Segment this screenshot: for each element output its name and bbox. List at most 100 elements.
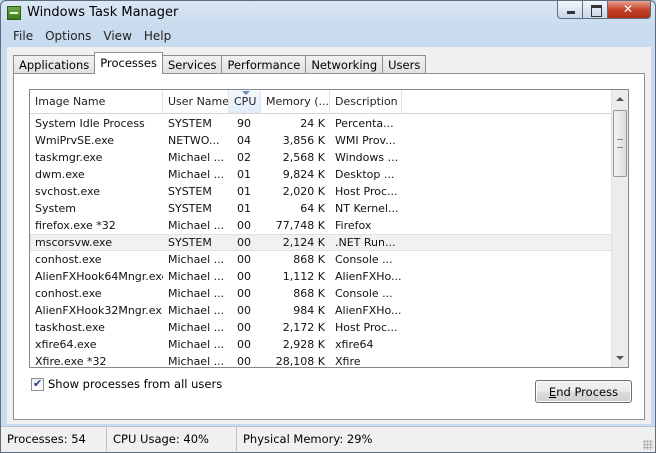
cell-memory: 28,108 K	[275, 355, 325, 368]
process-row[interactable]: firefox.exe *32 Michael ... 00 77,748 K Fire…	[30, 217, 612, 234]
vertical-scrollbar[interactable]	[611, 90, 628, 367]
cell-description: Host Proc...	[335, 321, 398, 334]
cell-user-name: Michael ...	[168, 151, 225, 164]
process-row[interactable]: AlienFXHook64Mngr.exe Michael ... 00 1,112 …	[30, 268, 612, 285]
column-cpu[interactable]: CPU	[229, 90, 261, 113]
task-manager-window: Windows Task Manager File Options View H…	[0, 0, 656, 453]
cell-memory: 868 K	[293, 253, 325, 266]
minimize-button[interactable]	[557, 1, 583, 19]
tab-users[interactable]: Users	[382, 55, 427, 74]
scroll-down-arrow-icon[interactable]	[612, 350, 628, 367]
cell-user-name: Michael ...	[168, 355, 225, 368]
cell-description: Console ...	[335, 287, 393, 300]
cell-description: AlienFXHo...	[335, 304, 402, 317]
cell-memory: 3,856 K	[282, 134, 325, 147]
status-processes: Processes: 54	[1, 427, 107, 451]
cell-image-name: AlienFXHook64Mngr.exe	[35, 270, 163, 283]
resize-grip-icon[interactable]	[643, 440, 653, 450]
tab-networking[interactable]: Networking	[305, 55, 384, 74]
process-row[interactable]: taskmgr.exe Michael ... 02 2,568 K Windows .…	[30, 149, 612, 166]
cell-cpu: 90	[237, 117, 251, 130]
maximize-button[interactable]	[583, 1, 608, 19]
tab-applications[interactable]: Applications	[13, 55, 96, 74]
column-image-name[interactable]: Image Name	[30, 90, 163, 113]
cell-image-name: conhost.exe	[35, 253, 102, 266]
process-row[interactable]: AlienFXHook32Mngr.ex... Michael ... 00 984 …	[30, 302, 612, 319]
process-row[interactable]: System Idle Process SYSTEM 90 24 K Percenta.…	[30, 115, 612, 132]
end-process-label: nd Process	[556, 385, 619, 399]
cell-description: Desktop ...	[335, 168, 395, 181]
end-process-button[interactable]: End Process	[535, 380, 632, 403]
cell-user-name: Michael ...	[168, 168, 225, 181]
cell-user-name: SYSTEM	[168, 202, 212, 215]
cell-cpu: 00	[237, 253, 251, 266]
process-row[interactable]: System SYSTEM 01 64 K NT Kernel...	[30, 200, 612, 217]
cell-cpu: 00	[237, 338, 251, 351]
cell-memory: 2,568 K	[282, 151, 325, 164]
show-all-users-option[interactable]: Show processes from all users	[31, 377, 222, 391]
cell-cpu: 00	[237, 236, 251, 249]
cell-image-name: Xfire.exe *32	[35, 355, 107, 368]
cell-memory: 24 K	[300, 117, 325, 130]
menu-options[interactable]: Options	[39, 28, 97, 46]
scrollbar-thumb[interactable]	[613, 110, 627, 177]
cell-cpu: 00	[237, 355, 251, 368]
column-user-name[interactable]: User Name	[163, 90, 229, 113]
close-button[interactable]	[608, 1, 651, 19]
process-row[interactable]: taskhost.exe Michael ... 00 2,172 K Host Pro…	[30, 319, 612, 336]
tab-services[interactable]: Services	[161, 55, 223, 74]
cell-image-name: dwm.exe	[35, 168, 85, 181]
process-row[interactable]: Xfire.exe *32 Michael ... 00 28,108 K Xfire	[30, 353, 612, 368]
cell-memory: 984 K	[293, 304, 325, 317]
status-cpu-usage: CPU Usage: 40%	[107, 427, 237, 451]
cell-cpu: 01	[237, 185, 251, 198]
cell-user-name: SYSTEM	[168, 185, 212, 198]
cell-cpu: 00	[237, 219, 251, 232]
cell-memory: 9,824 K	[282, 168, 325, 181]
process-row[interactable]: conhost.exe Michael ... 00 868 K Console ...	[30, 251, 612, 268]
cell-description: Windows ...	[335, 151, 399, 164]
cell-memory: 2,172 K	[282, 321, 325, 334]
cell-description: AlienFXHo...	[335, 270, 402, 283]
process-row[interactable]: dwm.exe Michael ... 01 9,824 K Desktop ...	[30, 166, 612, 183]
process-row[interactable]: mscorsvw.exe SYSTEM 00 2,124 K .NET Run...	[30, 234, 612, 251]
cell-user-name: Michael ...	[168, 321, 225, 334]
process-rows: System Idle Process SYSTEM 90 24 K Percenta.…	[30, 115, 612, 368]
menu-bar: File Options View Help	[7, 28, 651, 46]
menu-view[interactable]: View	[97, 28, 137, 46]
cell-image-name: System	[35, 202, 77, 215]
process-row[interactable]: xfire64.exe Michael ... 00 2,928 K xfire64	[30, 336, 612, 353]
show-all-users-label[interactable]: Show processes from all users	[48, 377, 222, 391]
cell-cpu: 00	[237, 287, 251, 300]
process-row[interactable]: svchost.exe SYSTEM 01 2,020 K Host Proc...	[30, 183, 612, 200]
cell-user-name: Michael ...	[168, 287, 225, 300]
process-row[interactable]: conhost.exe Michael ... 00 868 K Console ...	[30, 285, 612, 302]
process-row[interactable]: WmiPrvSE.exe NETWO... 04 3,856 K WMI Prov...	[30, 132, 612, 149]
menu-help[interactable]: Help	[138, 28, 177, 46]
column-memory[interactable]: Memory (...	[261, 90, 330, 113]
cell-image-name: xfire64.exe	[35, 338, 97, 351]
cell-memory: 868 K	[293, 287, 325, 300]
process-list[interactable]: Image Name User Name CPU Memory (... Des…	[29, 89, 629, 368]
cell-cpu: 01	[237, 168, 251, 181]
cell-image-name: taskmgr.exe	[35, 151, 103, 164]
title-bar[interactable]: Windows Task Manager	[1, 1, 655, 27]
cell-description: Host Proc...	[335, 185, 398, 198]
processes-panel: Image Name User Name CPU Memory (... Des…	[13, 73, 645, 420]
menu-file[interactable]: File	[7, 28, 39, 46]
tab-processes[interactable]: Processes	[94, 52, 163, 74]
cell-description: Xfire	[335, 355, 361, 368]
tab-performance[interactable]: Performance	[221, 55, 307, 74]
cell-description: Percenta...	[335, 117, 394, 130]
scroll-up-arrow-icon[interactable]	[612, 90, 628, 107]
column-description[interactable]: Description	[330, 90, 402, 113]
tab-strip: Applications Processes Services Performa…	[13, 52, 427, 74]
show-all-users-checkbox[interactable]	[31, 377, 44, 391]
cell-user-name: Michael ...	[168, 253, 225, 266]
cell-image-name: firefox.exe *32	[35, 219, 116, 232]
status-physical-memory: Physical Memory: 29%	[243, 432, 373, 446]
cell-cpu: 00	[237, 270, 251, 283]
cell-description: Firefox	[335, 219, 372, 232]
status-bar: Processes: 54 CPU Usage: 40% Physical Me…	[1, 426, 655, 452]
cell-user-name: SYSTEM	[168, 117, 212, 130]
